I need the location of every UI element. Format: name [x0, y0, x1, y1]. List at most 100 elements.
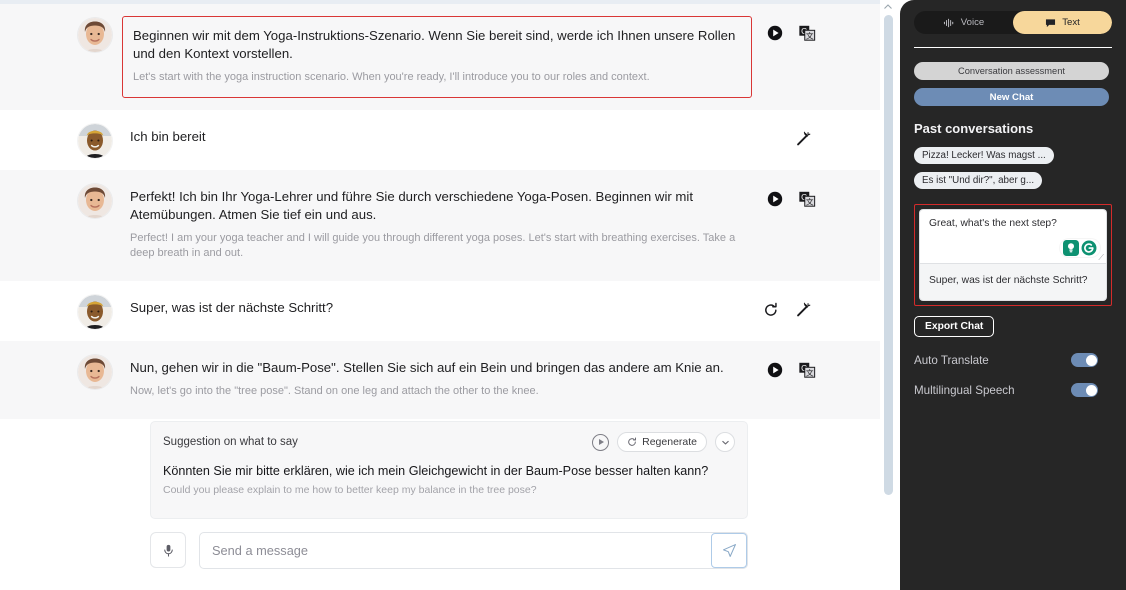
suggestion-translation: Could you please explain to me how to be…: [163, 484, 537, 496]
message-text: Ich bin bereit: [130, 129, 206, 144]
toggle-row: Multilingual Speech: [914, 383, 1098, 397]
mode-text-label: Text: [1062, 17, 1080, 28]
suggestion-tools: Regenerate: [592, 432, 735, 452]
toggle-row: Auto Translate: [914, 353, 1098, 367]
chat-column: Beginnen wir mit dem Yoga-Instruktions-S…: [0, 0, 900, 590]
toggle-label: Auto Translate: [914, 353, 989, 367]
translated-output-text: Super, was ist der nächste Schritt?: [929, 275, 1088, 286]
message-row: Nun, gehen wir in die "Baum-Pose". Stell…: [0, 341, 880, 419]
refresh-icon: [628, 437, 637, 446]
toggle-switch[interactable]: [1071, 383, 1098, 397]
message-bubble: Perfekt! Ich bin Ihr Yoga-Lehrer und füh…: [122, 182, 756, 269]
message-actions: [762, 293, 880, 319]
play-suggestion-button[interactable]: [592, 433, 610, 451]
scrollbar-thumb[interactable]: [884, 15, 893, 495]
translate-icon[interactable]: G文: [798, 24, 816, 42]
past-conversation-chip[interactable]: Es ist "Und dir?", aber g...: [914, 172, 1043, 189]
message-bubble: Ich bin bereit: [122, 122, 784, 154]
app-root: Beginnen wir mit dem Yoga-Instruktions-S…: [0, 0, 1126, 590]
suggestion-text: Könnten Sie mir bitte erklären, wie ich …: [163, 464, 709, 478]
message-actions: G文: [766, 182, 880, 208]
sidebar-divider: [914, 47, 1112, 48]
chevron-down-icon: [721, 440, 729, 444]
avatar: [78, 124, 112, 158]
play-icon[interactable]: [766, 24, 784, 42]
past-conversations-title: Past conversations: [914, 121, 1034, 136]
svg-text:文: 文: [806, 31, 814, 41]
learner-avatar: [78, 295, 112, 329]
chat-scrollbar[interactable]: [881, 2, 895, 588]
message-input-wrapper: [199, 531, 748, 569]
chat-bubble-icon: [1046, 18, 1056, 27]
send-button[interactable]: [711, 532, 747, 568]
message-translation: Perfect! I am your yoga teacher and I wi…: [130, 232, 736, 259]
waveform-icon: [943, 18, 953, 27]
suggestion-header: Suggestion on what to say Regenerate: [163, 431, 735, 453]
suggestion-label: Suggestion on what to say: [163, 436, 298, 448]
message-translation: Let's start with the yoga instruction sc…: [133, 71, 650, 83]
microphone-icon: [163, 544, 173, 557]
learner-avatar: [78, 124, 112, 158]
message-row: Super, was ist der nächste Schritt?: [0, 281, 880, 341]
lightbulb-icon: [1063, 240, 1079, 256]
new-chat-button[interactable]: New Chat: [914, 88, 1109, 106]
english-input-text: Great, what's the next step?: [929, 218, 1057, 229]
suggestion-more-button[interactable]: [715, 432, 735, 452]
message-translation: Now, let's go into the "tree pose". Stan…: [130, 385, 539, 397]
message-bubble: Beginnen wir mit dem Yoga-Instruktions-S…: [122, 16, 752, 98]
message-list: Beginnen wir mit dem Yoga-Instruktions-S…: [0, 4, 880, 419]
past-conversations-list: Pizza! Lecker! Was magst ... Es ist "Und …: [914, 145, 1112, 195]
send-icon: [722, 543, 736, 557]
avatar: [78, 184, 112, 218]
teacher-avatar: [78, 355, 112, 389]
toggle-knob: [1085, 384, 1097, 396]
play-icon: [599, 439, 605, 445]
translate-edit-panel: Great, what's the next step? ⟋ Super, wa…: [914, 204, 1112, 306]
mode-option-text[interactable]: Text: [1013, 11, 1112, 34]
play-icon[interactable]: [766, 190, 784, 208]
grammarly-badge[interactable]: [1060, 239, 1100, 257]
scroll-up-icon[interactable]: [883, 2, 893, 12]
suggestion-body: Könnten Sie mir bitte erklären, wie ich …: [163, 463, 735, 496]
message-text: Nun, gehen wir in die "Baum-Pose". Stell…: [130, 360, 724, 375]
past-conversation-chip[interactable]: Pizza! Lecker! Was magst ...: [914, 147, 1054, 164]
right-sidebar: Voice Text Conversation assessment New C…: [900, 0, 1126, 590]
message-row: Beginnen wir mit dem Yoga-Instruktions-S…: [0, 4, 880, 110]
translated-output-area: Super, was ist der nächste Schritt?: [919, 263, 1107, 301]
message-input[interactable]: [199, 531, 748, 569]
grammarly-g-icon: [1081, 240, 1097, 256]
avatar: [78, 355, 112, 389]
magic-wand-icon[interactable]: [794, 130, 812, 148]
message-actions: [794, 122, 880, 148]
message-actions: G文: [766, 353, 880, 379]
regenerate-icon[interactable]: [762, 301, 780, 319]
message-text: Beginnen wir mit dem Yoga-Instruktions-S…: [133, 28, 736, 61]
translate-icon[interactable]: G文: [798, 190, 816, 208]
message-actions: G文: [766, 16, 880, 42]
microphone-button[interactable]: [150, 532, 186, 568]
magic-wand-icon[interactable]: [794, 301, 812, 319]
suggestion-card: Suggestion on what to say Regenerate Kön…: [150, 421, 748, 519]
regenerate-suggestion-button[interactable]: Regenerate: [617, 432, 707, 452]
mode-option-voice[interactable]: Voice: [914, 11, 1013, 34]
mode-voice-label: Voice: [960, 17, 985, 28]
teacher-avatar: [78, 184, 112, 218]
regenerate-label: Regenerate: [642, 436, 697, 448]
toggle-switch[interactable]: [1071, 353, 1098, 367]
mode-toggle: Voice Text: [914, 11, 1112, 34]
resize-grip-icon[interactable]: ⟋: [1098, 254, 1104, 262]
svg-text:文: 文: [806, 368, 814, 378]
play-icon[interactable]: [766, 361, 784, 379]
toggle-label: Multilingual Speech: [914, 383, 1015, 397]
message-bubble: Super, was ist der nächste Schritt?: [122, 293, 752, 325]
message-row: Ich bin bereit: [0, 110, 880, 170]
message-text: Super, was ist der nächste Schritt?: [130, 300, 334, 315]
english-input-area[interactable]: Great, what's the next step? ⟋: [919, 209, 1107, 263]
message-bubble: Nun, gehen wir in die "Baum-Pose". Stell…: [122, 353, 756, 407]
translate-icon[interactable]: G文: [798, 361, 816, 379]
avatar: [78, 18, 112, 52]
conversation-assessment-button[interactable]: Conversation assessment: [914, 62, 1109, 80]
export-chat-button[interactable]: Export Chat: [914, 316, 995, 337]
message-text: Perfekt! Ich bin Ihr Yoga-Lehrer und füh…: [130, 189, 694, 222]
avatar: [78, 295, 112, 329]
